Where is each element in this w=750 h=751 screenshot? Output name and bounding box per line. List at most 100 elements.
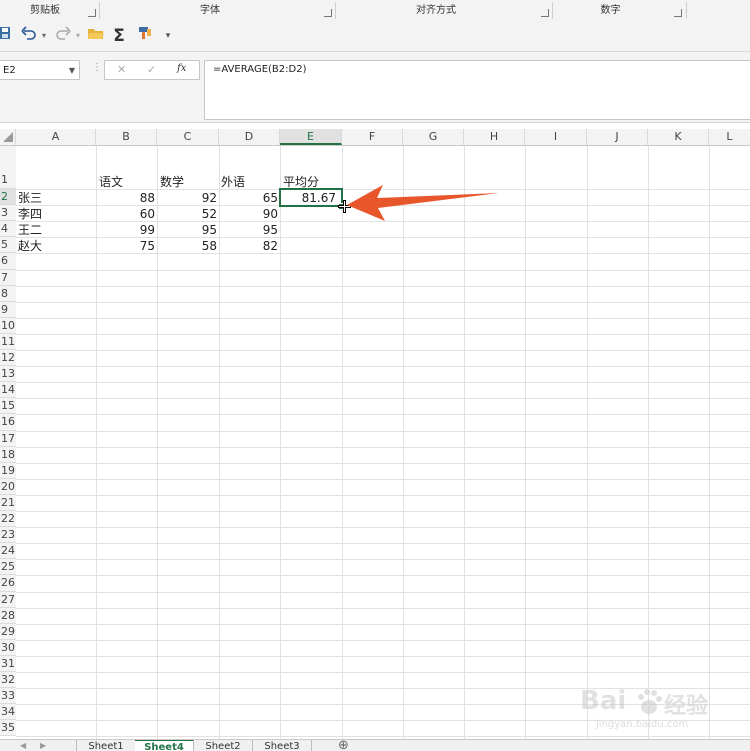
row-header-9[interactable]: 9 [0, 301, 16, 318]
cell-b5[interactable]: 75 [96, 239, 155, 253]
cancel-icon[interactable]: ✕ [117, 63, 126, 76]
cell-b2[interactable]: 88 [96, 191, 155, 205]
row-header-23[interactable]: 23 [0, 527, 16, 544]
cell-e1[interactable]: 平均分 [283, 175, 319, 189]
gridline-horizontal [16, 317, 750, 319]
row-header-22[interactable]: 22 [0, 511, 16, 528]
cell-c4[interactable]: 95 [157, 223, 217, 237]
column-header-g[interactable]: G [403, 129, 464, 145]
cell-d4[interactable]: 95 [219, 223, 278, 237]
undo-icon[interactable] [20, 26, 38, 46]
cell-b1[interactable]: 语文 [99, 175, 123, 189]
row-header-17[interactable]: 17 [0, 430, 16, 447]
row-header-7[interactable]: 7 [0, 269, 16, 286]
cell-a2[interactable]: 张三 [18, 191, 42, 205]
row-header-35[interactable]: 35 [0, 720, 16, 737]
row-header-14[interactable]: 14 [0, 382, 16, 399]
cell-c2[interactable]: 92 [157, 191, 217, 205]
gridline-horizontal [16, 333, 750, 335]
redo-dropdown-icon[interactable]: ▾ [74, 26, 82, 46]
cell-c5[interactable]: 58 [157, 239, 217, 253]
row-header-34[interactable]: 34 [0, 704, 16, 721]
row-header-24[interactable]: 24 [0, 543, 16, 560]
row-header-5[interactable]: 5 [0, 237, 16, 254]
row-header-30[interactable]: 30 [0, 639, 16, 656]
column-header-a[interactable]: A [16, 129, 96, 145]
cell-b3[interactable]: 60 [96, 207, 155, 221]
cell-a3[interactable]: 李四 [18, 207, 42, 221]
row-header-26[interactable]: 26 [0, 575, 16, 592]
column-header-h[interactable]: H [464, 129, 525, 145]
scroll-left-icon[interactable]: ◀ [20, 741, 26, 750]
sheet-tab-sheet4[interactable]: Sheet4 [135, 740, 194, 751]
cell-a4[interactable]: 王二 [18, 223, 42, 237]
row-header-33[interactable]: 33 [0, 688, 16, 705]
redo-icon[interactable] [54, 26, 72, 46]
format-painter-icon[interactable] [136, 26, 154, 46]
select-all-corner[interactable] [0, 129, 16, 145]
chevron-down-icon[interactable]: ▼ [69, 61, 75, 81]
row-header-4[interactable]: 4 [0, 221, 16, 238]
row-header-16[interactable]: 16 [0, 414, 16, 431]
row-header-25[interactable]: 25 [0, 559, 16, 576]
row-header-1[interactable]: 1 [0, 146, 16, 189]
row-header-18[interactable]: 18 [0, 446, 16, 463]
undo-dropdown-icon[interactable]: ▾ [40, 26, 48, 46]
sheet-tab-sheet3[interactable]: Sheet3 [253, 740, 312, 751]
sheet-tab-sheet1[interactable]: Sheet1 [76, 740, 136, 751]
column-header-k[interactable]: K [648, 129, 709, 145]
alignment-launcher-icon[interactable] [541, 9, 549, 17]
row-header-12[interactable]: 12 [0, 350, 16, 367]
column-header-b[interactable]: B [96, 129, 157, 145]
row-header-31[interactable]: 31 [0, 655, 16, 673]
row-header-6[interactable]: 6 [0, 253, 16, 270]
name-box[interactable]: E2 ▼ [0, 60, 80, 80]
add-sheet-button[interactable]: ⊕ [338, 740, 349, 751]
group-alignment-label: 对齐方式 [416, 5, 456, 16]
row-header-21[interactable]: 21 [0, 494, 16, 512]
column-header-f[interactable]: F [342, 129, 403, 145]
column-header-d[interactable]: D [219, 129, 280, 145]
row-header-11[interactable]: 11 [0, 333, 16, 351]
column-header-l[interactable]: L [709, 129, 750, 145]
cell-d1[interactable]: 外语 [221, 175, 245, 189]
enter-icon[interactable]: ✓ [147, 63, 156, 76]
column-header-i[interactable]: I [525, 129, 587, 145]
row-header-32[interactable]: 32 [0, 672, 16, 689]
row-header-3[interactable]: 3 [0, 205, 16, 222]
row-header-13[interactable]: 13 [0, 366, 16, 383]
number-launcher-icon[interactable] [674, 9, 682, 17]
cell-c3[interactable]: 52 [157, 207, 217, 221]
cell-b4[interactable]: 99 [96, 223, 155, 237]
clipboard-launcher-icon[interactable] [88, 9, 96, 17]
row-header-27[interactable]: 27 [0, 591, 16, 608]
row-header-8[interactable]: 8 [0, 285, 16, 302]
cell-c1[interactable]: 数学 [160, 175, 184, 189]
row-header-2[interactable]: 2 [0, 189, 16, 206]
row-header-19[interactable]: 19 [0, 462, 16, 479]
cell-d5[interactable]: 82 [219, 239, 278, 253]
column-header-e[interactable]: E [280, 129, 342, 145]
scroll-right-icon[interactable]: ▶ [40, 741, 46, 750]
row-header-28[interactable]: 28 [0, 607, 16, 624]
worksheet-grid[interactable]: A B C D E F G H I J K L 1 2 3 4 5 6 7 8 9 10 11 12… [0, 129, 750, 739]
cell-a5[interactable]: 赵大 [18, 239, 42, 253]
autosum-icon[interactable]: Σ [110, 26, 128, 46]
formula-input[interactable]: =AVERAGE(B2:D2) [204, 60, 750, 120]
column-header-j[interactable]: J [587, 129, 648, 145]
gridline-horizontal [16, 591, 750, 593]
column-header-c[interactable]: C [157, 129, 219, 145]
row-header-29[interactable]: 29 [0, 623, 16, 640]
sheet-tab-sheet2[interactable]: Sheet2 [194, 740, 253, 751]
save-icon[interactable] [0, 26, 12, 46]
font-launcher-icon[interactable] [324, 9, 332, 17]
row-header-15[interactable]: 15 [0, 398, 16, 415]
open-folder-icon[interactable] [87, 26, 105, 46]
cell-d2[interactable]: 65 [219, 191, 278, 205]
active-cell-selection[interactable] [279, 188, 343, 207]
row-header-10[interactable]: 10 [0, 317, 16, 334]
customize-qat-icon[interactable]: ▾ [162, 26, 174, 46]
row-header-20[interactable]: 20 [0, 478, 16, 495]
cell-d3[interactable]: 90 [219, 207, 278, 221]
insert-function-icon[interactable]: fx [177, 63, 186, 74]
